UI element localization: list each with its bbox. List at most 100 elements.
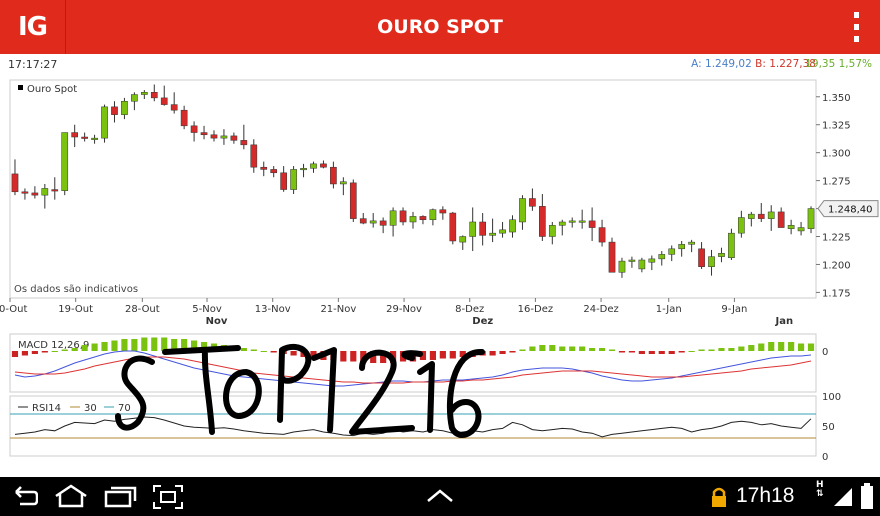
candle-body [280, 172, 287, 190]
recent-apps-icon[interactable] [104, 484, 138, 508]
candle-body [568, 220, 576, 223]
candle-body [51, 189, 59, 192]
candle-body [379, 220, 387, 226]
lock-icon [712, 487, 726, 507]
macd-histogram-bar [598, 348, 606, 351]
y-tick-label: 1.275 [822, 177, 851, 188]
macd-histogram-bar [61, 349, 68, 351]
candle-body [548, 225, 556, 237]
macd-histogram-bar [618, 351, 626, 353]
macd-histogram-bar [31, 351, 38, 354]
candle-body [240, 140, 248, 146]
macd-histogram-bar [419, 351, 427, 360]
macd-histogram-bar [778, 342, 785, 351]
macd-histogram-bar [758, 343, 765, 351]
candle-body [170, 104, 178, 111]
macd-histogram-bar [429, 351, 436, 360]
macd-histogram-bar [51, 351, 58, 352]
macd-histogram-bar [151, 337, 158, 351]
candle-body [250, 144, 258, 168]
macd-histogram-bar [210, 343, 218, 351]
macd-histogram-bar [797, 343, 805, 351]
candle-body [230, 135, 238, 141]
candle-body [399, 210, 407, 223]
candle-body [509, 219, 516, 233]
candle-body [698, 248, 705, 267]
candle-body [499, 229, 506, 234]
x-tick-label: 5-Nov [192, 304, 222, 315]
legend-swatch [18, 85, 23, 90]
candle-body [638, 259, 646, 270]
home-icon[interactable] [52, 484, 90, 508]
macd-histogram-bar [41, 351, 48, 353]
macd-histogram-bar [310, 351, 317, 359]
price-info-bar: 17:17:27 A: 1.249,02 B: 1.227,38 19,35 1… [0, 55, 880, 73]
macd-histogram-bar [290, 351, 297, 356]
macd-histogram-bar [788, 342, 795, 351]
rsi-tick-label: 50 [822, 422, 835, 433]
x-tick-label: 19-Out [58, 304, 93, 315]
chevron-up-icon[interactable] [425, 488, 455, 504]
candle-body [618, 260, 626, 273]
macd-histogram-bar [300, 351, 307, 357]
macd-histogram-bar [688, 351, 695, 352]
macd-histogram-bar [608, 349, 616, 351]
macd-histogram-bar [549, 345, 556, 351]
price-panel [9, 79, 817, 299]
macd-histogram-bar [111, 340, 118, 351]
gold-price-chart[interactable]: 1.3501.3251.3001.2751.2501.2251.2001.175… [0, 74, 880, 477]
macd-histogram-bar [738, 346, 745, 351]
app-screen: IG OURO SPOT 17:17:27 A: 1.249,02 B: 1.2… [0, 0, 880, 516]
y-tick-label: 1.225 [822, 233, 851, 244]
candle-body [578, 220, 586, 223]
current-price-label: 1.248,40 [828, 205, 873, 216]
macd-histogram-bar [698, 349, 705, 351]
macd-histogram-bar [748, 345, 755, 351]
macd-histogram-bar [539, 345, 546, 351]
month-label: Jan [775, 316, 794, 327]
x-tick-label: 8-Dez [455, 304, 484, 315]
candle-body [359, 218, 367, 224]
ask-label: A: [691, 58, 702, 70]
candle-body [140, 92, 148, 95]
candle-body [101, 106, 108, 139]
x-tick-label: 28-Out [125, 304, 160, 315]
macd-histogram-bar [71, 348, 78, 351]
macd-histogram-bar [280, 351, 287, 354]
back-icon[interactable] [8, 484, 38, 508]
candle-body [210, 134, 218, 139]
daily-change: 19,35 1,57% [805, 58, 872, 70]
macd-histogram-bar [131, 339, 138, 351]
candle-body [777, 211, 785, 228]
candle-body [678, 244, 686, 250]
y-tick-label: 1.350 [822, 93, 851, 104]
candle-body [449, 212, 457, 242]
macd-histogram-bar [330, 351, 337, 360]
macd-histogram-bar [708, 349, 715, 351]
candle-body [21, 191, 29, 194]
macd-histogram-bar [380, 351, 387, 363]
macd-histogram-bar [91, 343, 98, 351]
candle-body [160, 97, 168, 105]
page-title: OURO SPOT [377, 16, 503, 38]
screenshot-icon[interactable] [152, 484, 184, 510]
candle-body [320, 163, 327, 168]
macd-histogram-bar [240, 348, 247, 351]
candle-body [757, 213, 765, 219]
candle-body [728, 232, 735, 259]
macd-histogram-bar [459, 351, 466, 357]
candle-body [121, 100, 128, 115]
macd-histogram-bar [449, 351, 456, 359]
candle-body [200, 132, 208, 136]
macd-histogram-bar [519, 349, 526, 351]
macd-histogram-bar [479, 351, 486, 356]
candle-body [708, 256, 715, 267]
macd-histogram-bar [489, 351, 496, 356]
rsi-panel [9, 395, 817, 457]
macd-histogram-bar [509, 351, 516, 353]
overflow-menu-icon[interactable] [850, 12, 862, 42]
macd-histogram-bar [499, 351, 506, 354]
macd-histogram-bar [678, 351, 685, 353]
timestamp: 17:17:27 [8, 58, 58, 71]
legend-label: Ouro Spot [27, 84, 77, 95]
